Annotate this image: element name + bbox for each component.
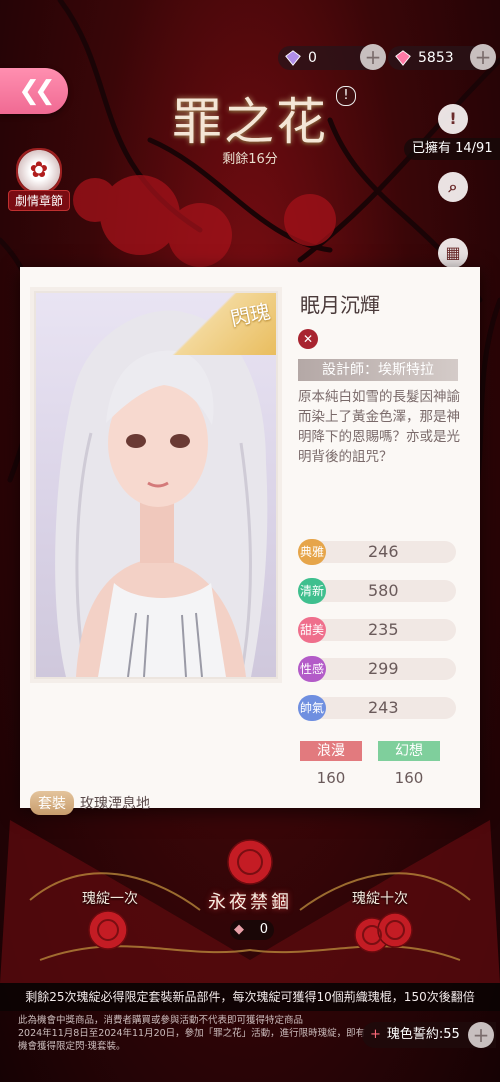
item-name: 眠月沉輝 [300,293,380,317]
stat-sweet-value: 235 [368,620,399,639]
stat-cool-value: 243 [368,698,399,717]
style-fantasy-label: 幻想 [378,741,440,761]
stat-elegant: 典雅 246 [298,539,456,565]
purple-diamond-icon [285,50,301,66]
stat-fresh-value: 580 [368,581,399,600]
pink-diamond-count: 5853 [418,50,454,66]
set-info: 套裝 玫瑰湮息地 [30,791,150,815]
disclaimer-line-1: 此為機會中獎商品，消費者購買或參與活動不代表即可獲得特定商品 [18,1015,304,1026]
stat-sexy-label: 性感 [298,656,326,682]
rose-vow-value: 瑰色誓約:55 [386,1027,460,1042]
event-timer: 剩餘16分 [222,152,278,167]
owned-count: 已擁有 14/91 [404,138,500,160]
disclaimer-line-2: 2024年11月8日至2024年11月20日，參加「罪之花」活動，進行限時瑰綻，… [18,1028,366,1039]
draw-once-button[interactable] [86,905,132,951]
pink-diamond-counter: 5853 + [388,44,496,70]
item-description: 原本純白如雪的長髮因神諭而染上了黃金色澤，那是神明降下的恩賜嗎？亦或是光明背後的… [298,389,460,465]
plus-sparkle-icon: + [370,1027,381,1042]
story-chapter-button[interactable]: ✿ 劇情章節 [8,148,70,211]
ticket-counter: ◆ 0 [230,920,274,940]
draw-notice: 剩餘25次瑰綻必得限定套裝新品部件，每次瑰綻可獲得10個荊織瑰棍，150次後翻倍 [0,983,500,1011]
event-title: 罪之花 剩餘16分 [130,82,370,172]
back-button[interactable]: ❮❮ [0,68,68,114]
stat-elegant-label: 典雅 [298,539,326,565]
story-chapter-label: 劇情章節 [8,190,70,211]
style-romantic-value: 160 [316,769,346,787]
stat-fresh-label: 清新 [298,578,326,604]
stat-cool: 帥氣 243 [298,695,456,721]
magnifier-icon[interactable]: ⌕ [438,172,468,202]
item-portrait: 閃瑰 [34,291,278,679]
calendar-icon[interactable]: ▦ [438,238,468,268]
designer-label: 設計師：埃斯特拉 [298,359,458,381]
style-romantic-label: 浪漫 [300,741,362,761]
pool-name: 永夜禁錮 [208,892,292,913]
pink-diamond-icon [395,50,411,66]
add-rose-vow-button[interactable]: + [468,1022,494,1048]
item-detail-card: 閃瑰 眠月沉輝 ✕ 設計師：埃斯特拉 原本純白如雪的長髮因神諭而染上了黃金色澤，… [20,267,480,815]
style-fantasy-value: 160 [394,769,424,787]
set-name[interactable]: 玫瑰湮息地 [80,793,150,813]
flash-rose-badge-label: 閃瑰 [228,299,273,331]
stat-fresh: 清新 580 [298,578,456,604]
stat-cool-label: 帥氣 [298,695,326,721]
disclaimer-line-3: 機會獲得限定閃·瑰套裝。 [18,1041,126,1052]
style-romantic: 浪漫 160 [300,741,362,787]
rose-icon: ✿ [16,148,62,194]
crossed-swords-icon: ✕ [298,329,318,349]
ticket-icon: ◆ [234,922,244,937]
stat-sexy: 性感 299 [298,656,456,682]
info-exclamation-icon[interactable]: ! [336,86,356,106]
stat-sweet: 甜美 235 [298,617,456,643]
warning-icon[interactable]: ! [438,104,468,134]
set-tag: 套裝 [30,791,74,815]
draw-ten-button[interactable] [352,905,418,955]
ticket-count: 0 [259,922,268,937]
stat-sweet-label: 甜美 [298,617,326,643]
add-purple-diamond-button[interactable]: + [360,44,386,70]
stat-sexy-value: 299 [368,659,399,678]
purple-diamond-counter: 0 + [278,44,386,70]
double-chevron-left-icon: ❮❮ [18,76,55,106]
purple-diamond-count: 0 [308,50,317,66]
style-fantasy: 幻想 160 [378,741,440,787]
event-title-text: 罪之花 [172,93,328,151]
add-pink-diamond-button[interactable]: + [470,44,496,70]
stat-elegant-value: 246 [368,542,399,561]
flash-rose-badge: 閃瑰 [170,293,276,355]
